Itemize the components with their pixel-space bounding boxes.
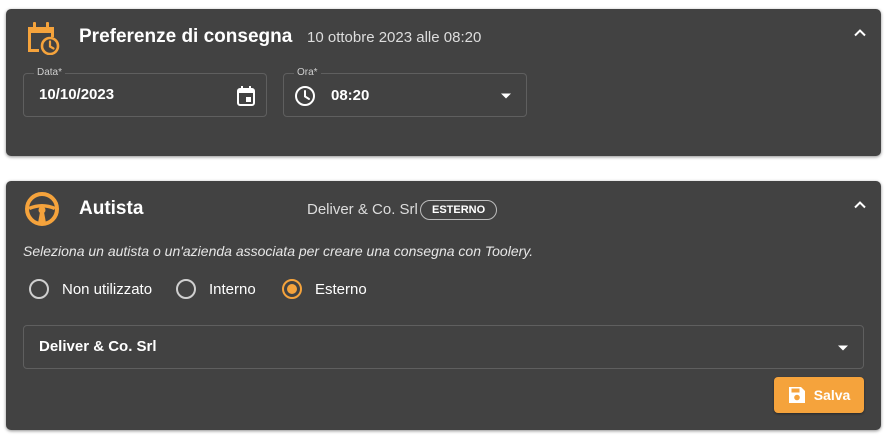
time-label: Ora* bbox=[294, 67, 321, 79]
status-badge: ESTERNO bbox=[420, 200, 498, 220]
radio-label: Non utilizzato bbox=[62, 280, 153, 298]
steering-wheel-icon bbox=[25, 192, 59, 226]
clock-icon bbox=[295, 86, 315, 106]
company-value: Deliver & Co. Srl bbox=[39, 338, 157, 355]
date-label: Data* bbox=[34, 67, 66, 79]
driver-description: Seleziona un autista o un'azienda associ… bbox=[23, 243, 534, 259]
dropdown-arrow-icon[interactable] bbox=[837, 344, 849, 352]
chevron-up-icon[interactable] bbox=[853, 26, 867, 40]
card-title: Autista bbox=[79, 198, 144, 219]
radio-interno[interactable]: Interno bbox=[176, 278, 256, 300]
time-field[interactable]: Ora* 08:20 bbox=[283, 67, 527, 117]
calendar-icon[interactable] bbox=[236, 85, 256, 107]
delivery-preferences-card: Preferenze di consegna 10 ottobre 2023 a… bbox=[6, 9, 881, 156]
floppy-disk-icon bbox=[788, 387, 805, 403]
radio-esterno[interactable]: Esterno bbox=[282, 278, 367, 300]
card-title: Preferenze di consegna bbox=[79, 26, 293, 47]
driver-card: Autista Deliver & Co. Srl ESTERNO Selezi… bbox=[6, 181, 881, 430]
radio-label: Interno bbox=[209, 280, 256, 298]
date-field[interactable]: Data* 10/10/2023 bbox=[23, 67, 267, 117]
save-button[interactable]: Salva bbox=[774, 377, 864, 413]
time-value: 08:20 bbox=[331, 87, 370, 104]
radio-circle[interactable] bbox=[282, 279, 302, 299]
dropdown-arrow-icon[interactable] bbox=[500, 92, 512, 100]
radio-circle[interactable] bbox=[176, 279, 196, 299]
date-value: 10/10/2023 bbox=[39, 86, 115, 103]
calendar-clock-icon bbox=[28, 22, 60, 55]
driver-summary: Deliver & Co. Srl bbox=[307, 201, 418, 218]
company-select[interactable]: Deliver & Co. Srl bbox=[23, 325, 864, 369]
delivery-summary: 10 ottobre 2023 alle 08:20 bbox=[307, 29, 482, 46]
radio-circle[interactable] bbox=[29, 279, 49, 299]
radio-non-utilizzato[interactable]: Non utilizzato bbox=[29, 278, 152, 300]
save-label: Salva bbox=[813, 387, 851, 403]
radio-label: Esterno bbox=[315, 280, 367, 298]
chevron-up-icon[interactable] bbox=[853, 198, 867, 212]
